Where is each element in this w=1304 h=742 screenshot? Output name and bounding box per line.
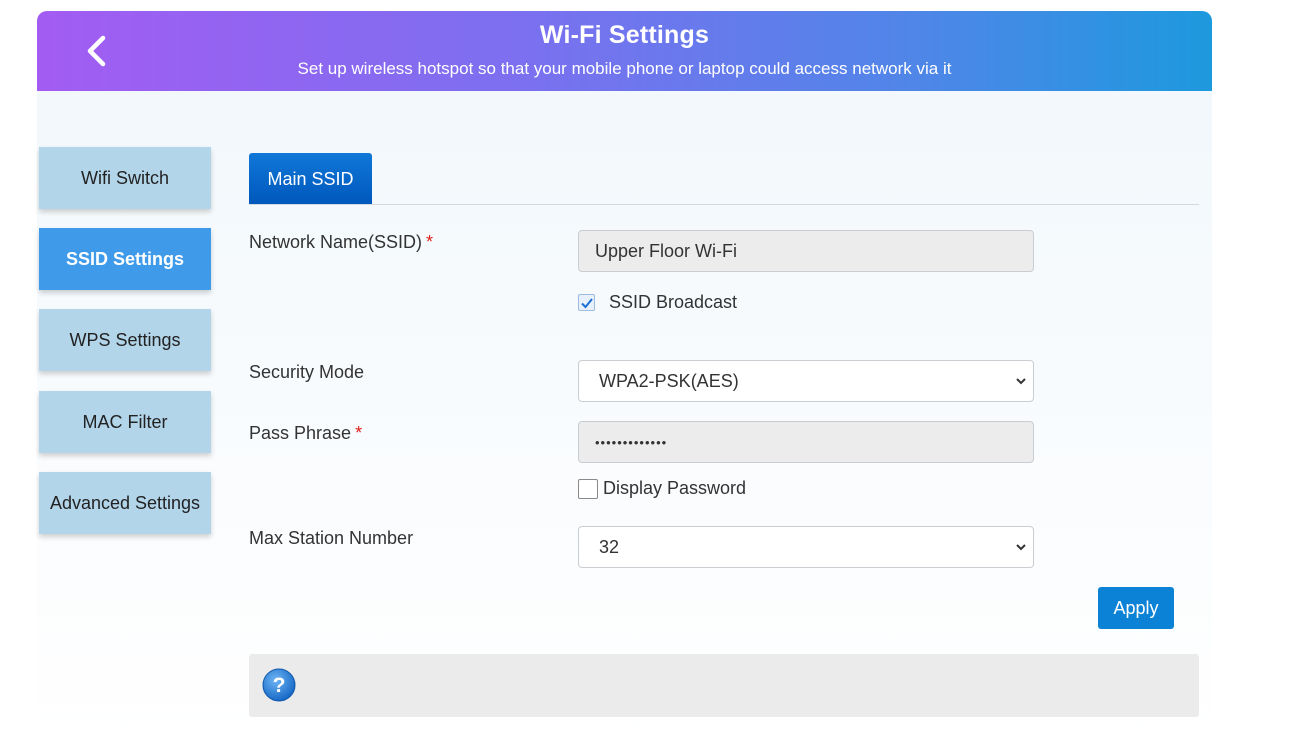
sidebar-item-wifi-switch[interactable]: Wifi Switch	[39, 147, 211, 209]
pass-phrase-label-text: Pass Phrase	[249, 423, 352, 443]
display-password-row: Display Password	[578, 478, 746, 499]
display-password-checkbox[interactable]	[578, 478, 598, 499]
max-station-label: Max Station Number	[249, 528, 414, 548]
ssid-label-text: Network Name(SSID)	[249, 232, 423, 252]
sidebar-item-mac-filter[interactable]: MAC Filter	[39, 391, 211, 453]
content-area	[37, 91, 1212, 742]
required-mark: *	[355, 423, 363, 443]
svg-text:?: ?	[273, 674, 286, 697]
sidebar-item-ssid-settings[interactable]: SSID Settings	[39, 228, 211, 290]
ssid-broadcast-row: SSID Broadcast	[578, 292, 737, 313]
security-mode-select[interactable]: WPA2-PSK(AES)	[578, 360, 1034, 402]
ssid-input[interactable]: Upper Floor Wi-Fi	[578, 230, 1034, 272]
page-subtitle: Set up wireless hotspot so that your mob…	[297, 59, 952, 78]
page-header: Wi-Fi Settings Set up wireless hotspot s…	[37, 11, 1212, 91]
sidebar-item-label: MAC Filter	[82, 411, 168, 432]
sidebar-item-label: Wifi Switch	[80, 167, 169, 188]
ssid-label: Network Name(SSID) *	[249, 232, 433, 253]
security-mode-value: WPA2-PSK(AES)	[599, 370, 739, 391]
apply-button-label: Apply	[1113, 597, 1159, 618]
ssid-broadcast-checkbox[interactable]	[578, 294, 595, 311]
tab-divider	[249, 204, 1199, 205]
sidebar-item-label: SSID Settings	[65, 248, 185, 269]
max-station-select[interactable]: 32	[578, 526, 1034, 568]
max-station-value: 32	[599, 536, 620, 557]
sidebar-item-label: WPS Settings	[69, 329, 181, 350]
pass-phrase-value: •••••••••••••	[595, 434, 668, 450]
tab-main-ssid[interactable]: Main SSID	[249, 153, 372, 205]
security-mode-label: Security Mode	[249, 362, 365, 382]
question-icon[interactable]: ?	[262, 668, 296, 702]
pass-phrase-label: Pass Phrase *	[249, 423, 362, 444]
sidebar-item-wps-settings[interactable]: WPS Settings	[39, 309, 211, 371]
pass-phrase-input[interactable]: •••••••••••••	[578, 421, 1034, 463]
chevron-down-icon	[1016, 378, 1026, 385]
page-title: Wi-Fi Settings	[539, 21, 710, 49]
apply-button[interactable]: Apply	[1098, 587, 1174, 629]
ssid-input-value: Upper Floor Wi-Fi	[595, 240, 738, 261]
ssid-broadcast-label: SSID Broadcast	[609, 292, 738, 312]
tab-label: Main SSID	[267, 168, 354, 189]
sidebar-item-advanced-settings[interactable]: Advanced Settings	[39, 472, 211, 534]
required-mark: *	[426, 232, 434, 252]
help-panel: ?	[249, 654, 1199, 717]
sidebar-item-label: Advanced Settings	[49, 492, 201, 513]
checkmark-icon	[580, 297, 593, 308]
display-password-label: Display Password	[603, 478, 747, 498]
chevron-down-icon	[1016, 544, 1026, 551]
